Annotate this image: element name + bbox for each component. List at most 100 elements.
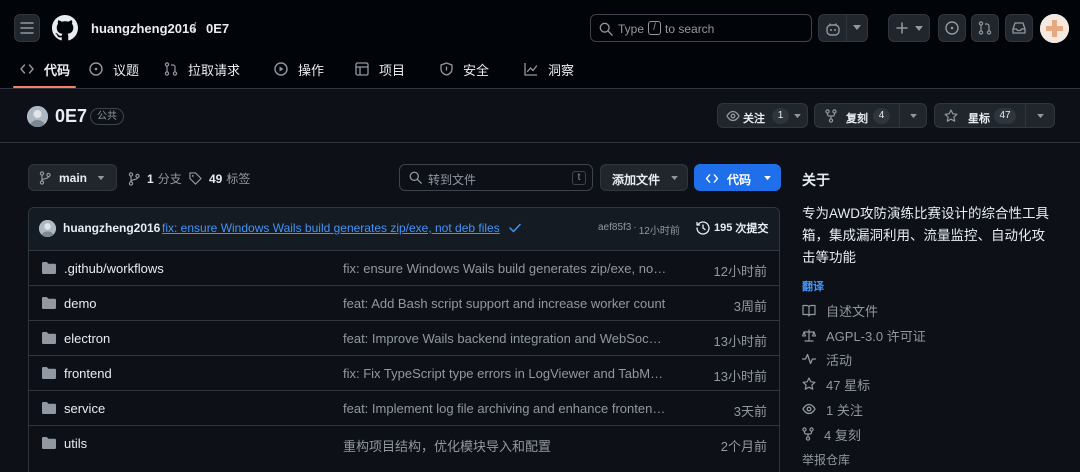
repo-title[interactable]: 0E7 [55,106,87,127]
file-commit-time: 13小时前 [713,334,767,349]
file-name-link[interactable]: service [64,401,105,416]
search-icon [409,171,422,184]
add-file-button[interactable]: 添加文件 [600,164,688,191]
watchers-link[interactable]: 1 关注 [802,400,863,418]
active-tab-underline [13,86,76,88]
inbox-icon [1012,22,1026,34]
law-icon [802,328,816,342]
chevron-down-icon [853,25,861,30]
check-icon [509,223,521,233]
tab-insights[interactable]: 洞察 [524,59,574,79]
file-commit-message[interactable]: feat: Implement log file archiving and e… [343,401,668,416]
user-avatar[interactable] [1040,14,1069,43]
avatar-image-icon [39,220,56,237]
file-commit-message[interactable]: fix: ensure Windows Wails build generate… [343,261,668,276]
readme-link[interactable]: 自述文件 [802,301,878,319]
file-name-link[interactable]: electron [64,331,110,346]
star-icon [944,109,958,122]
visibility-badge: 公共 [90,108,124,125]
chevron-down-icon [915,26,923,31]
fork-icon [825,109,837,123]
commit-hash[interactable]: aef85f3 [598,222,631,237]
copilot-button[interactable] [818,14,868,42]
inbox-button[interactable] [1005,14,1033,42]
forks-link[interactable]: 4 复刻 [802,425,861,443]
file-commit-message[interactable]: fix: Fix TypeScript type errors in LogVi… [343,366,668,381]
watch-button[interactable]: 关注 1 [717,103,808,128]
table-row: frontend fix: Fix TypeScript type errors … [28,355,780,390]
pull-request-icon [164,62,178,76]
breadcrumb-owner[interactable]: huangzheng2016 [91,21,196,36]
fork-icon [802,427,814,441]
breadcrumb-repo[interactable]: 0E7 [206,21,229,36]
goto-shortcut-key: t [572,171,586,185]
file-name-link[interactable]: demo [64,296,97,311]
commit-time: 12小时前 [638,226,680,237]
tags-link[interactable]: 49 标签 [189,170,250,187]
chevron-down-icon [97,176,105,181]
report-repository-link[interactable]: 举报仓库 [802,451,850,468]
branch-selector[interactable]: main [28,164,117,191]
tab-actions[interactable]: 操作 [274,59,324,79]
search-icon [599,22,613,36]
code-icon [705,174,719,183]
file-name-link[interactable]: frontend [64,366,112,381]
file-commit-message[interactable]: 重构项目结构，优化模块导入和配置 [343,436,668,455]
branch-icon [39,171,51,185]
tab-issues[interactable]: 议题 [89,59,139,79]
eye-icon [726,110,740,122]
issue-icon [945,21,959,35]
header-pull-requests-button[interactable] [971,14,999,42]
plus-icon [896,22,908,34]
commit-message-link[interactable]: fix: ensure Windows Wails build generate… [162,221,500,235]
folder-icon [42,262,56,274]
activity-link[interactable]: 活动 [802,350,852,368]
commit-meta: aef85f3 · 12小时前 [598,222,680,237]
table-row: utils 重构项目结构，优化模块导入和配置 2个月前 [28,425,780,460]
pulse-icon [802,353,816,365]
repo-owner-avatar [27,106,48,127]
license-link[interactable]: AGPL-3.0 许可证 [802,326,926,344]
fork-count: 4 [873,108,890,124]
file-name-link[interactable]: .github/workflows [64,261,164,276]
file-commit-message[interactable]: feat: Improve Wails backend integration … [343,331,668,346]
go-to-file-input[interactable]: 转到文件 t [399,164,593,191]
tab-pull-requests[interactable]: 拉取请求 [164,59,240,79]
header-issues-button[interactable] [938,14,966,42]
file-commit-message[interactable]: feat: Add Bash script support and increa… [343,296,668,311]
fork-button[interactable]: 复刻 4 [814,103,927,128]
github-logo-icon[interactable] [52,15,78,41]
hamburger-icon [20,22,34,34]
book-icon [802,304,816,317]
tab-security[interactable]: 安全 [440,59,489,79]
chevron-down-icon [671,176,678,181]
branches-link[interactable]: 1 分支 [128,170,182,187]
commit-author[interactable]: huangzheng2016 [63,221,160,235]
history-icon [696,221,710,235]
menu-button[interactable] [14,14,40,42]
create-new-button[interactable] [888,14,930,42]
copilot-icon [826,23,840,36]
file-name-link[interactable]: utils [64,436,87,451]
play-icon [274,62,288,76]
chevron-down-icon [910,114,917,119]
branch-icon [128,171,140,186]
chevron-down-icon [794,114,801,119]
about-description: 专为AWD攻防演练比赛设计的综合性工具箱，集成漏洞利用、流量监控、自动化攻击等功… [802,206,1049,265]
about-title: 关于 [802,172,830,188]
graph-icon [524,63,538,76]
folder-icon [42,332,56,344]
file-commit-time: 3周前 [733,299,767,314]
file-commit-time: 13小时前 [713,369,767,384]
commits-history-link[interactable]: 195 次提交 [696,220,768,236]
tab-code[interactable]: 代码 [20,59,70,79]
code-button[interactable]: 代码 [694,164,781,191]
stars-link[interactable]: 47 星标 [802,375,870,393]
star-button[interactable]: 星标 47 [934,103,1055,128]
translate-link[interactable]: 翻译 [802,278,824,294]
search-placeholder-post: to search [665,22,715,36]
tag-icon [189,172,202,185]
code-icon [20,64,34,74]
search-input[interactable]: Type / to search [590,14,812,42]
tab-projects[interactable]: 项目 [355,59,405,79]
